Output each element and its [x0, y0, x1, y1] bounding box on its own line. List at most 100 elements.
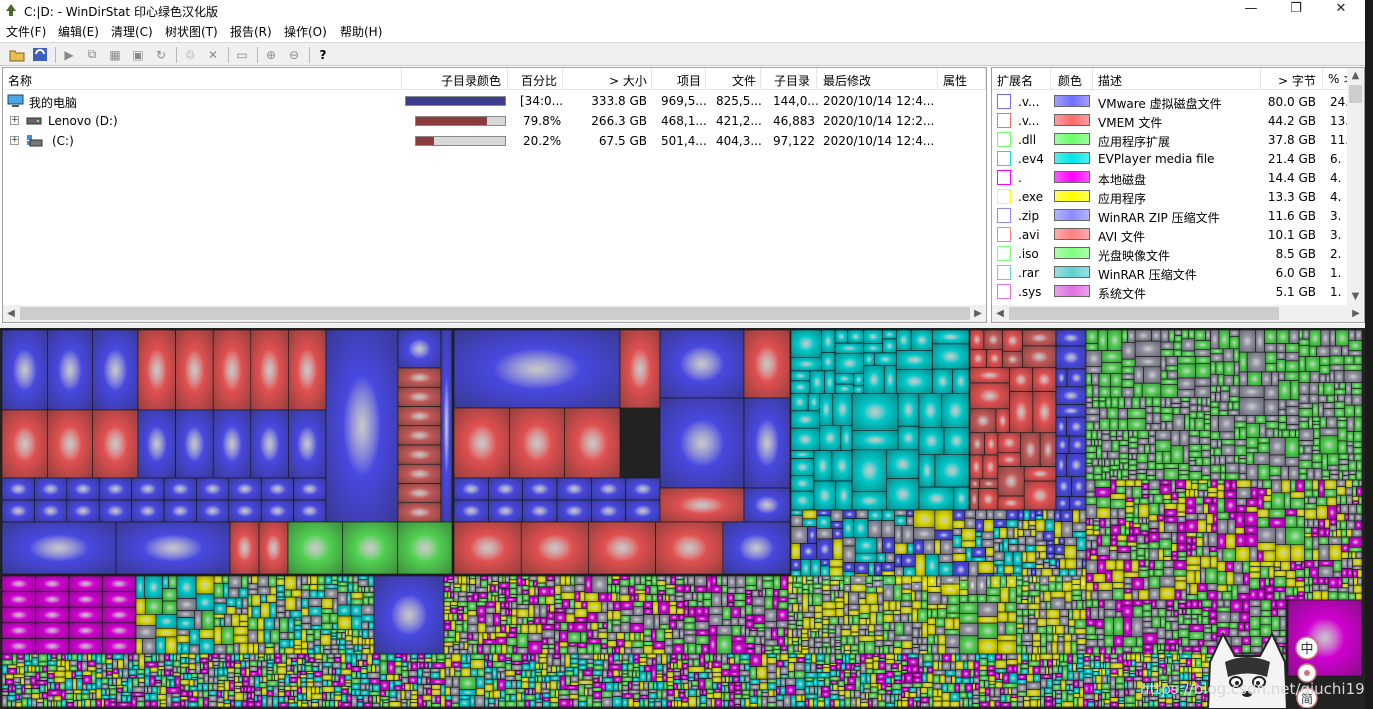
- treemap-tile[interactable]: [1195, 496, 1204, 505]
- treemap-tile[interactable]: [1355, 551, 1363, 559]
- treemap-tile[interactable]: [1262, 500, 1272, 510]
- treemap-tile[interactable]: [69, 665, 78, 672]
- treemap-tile[interactable]: [538, 586, 550, 597]
- treemap-tile[interactable]: [730, 617, 739, 626]
- treemap-tile[interactable]: [1229, 329, 1240, 337]
- treemap-tile[interactable]: [1278, 408, 1287, 416]
- treemap-tile[interactable]: [941, 653, 952, 663]
- treemap-tile[interactable]: [1298, 416, 1309, 422]
- treemap-tile[interactable]: [590, 622, 599, 631]
- treemap-tile[interactable]: [607, 610, 614, 621]
- treemap-tile[interactable]: [993, 559, 1005, 566]
- treemap-tile[interactable]: [144, 598, 163, 615]
- treemap-tile[interactable]: [1216, 599, 1225, 608]
- treemap-tile[interactable]: [77, 700, 82, 708]
- treemap-tile[interactable]: [1059, 609, 1069, 617]
- treemap-tile[interactable]: [1285, 360, 1300, 373]
- treemap-tile[interactable]: [484, 683, 494, 692]
- treemap-tile[interactable]: [101, 670, 107, 679]
- treemap-tile[interactable]: [1195, 503, 1204, 514]
- treemap-tile[interactable]: [954, 683, 960, 693]
- treemap-tile[interactable]: [764, 627, 772, 641]
- treemap-tile[interactable]: [632, 601, 644, 608]
- treemap-tile[interactable]: [1352, 569, 1358, 578]
- treemap-tile[interactable]: [180, 673, 185, 681]
- treemap-tile[interactable]: [549, 702, 559, 708]
- treemap-tile[interactable]: [681, 662, 689, 670]
- treemap-tile[interactable]: [819, 393, 834, 426]
- treemap-tile[interactable]: [843, 603, 849, 616]
- treemap-tile[interactable]: [1128, 442, 1139, 449]
- treemap-tile[interactable]: [1170, 499, 1179, 504]
- treemap-tile[interactable]: [1016, 579, 1024, 587]
- treemap-tile[interactable]: [711, 667, 722, 673]
- treemap-tile[interactable]: [1071, 633, 1078, 642]
- treemap-tile[interactable]: [858, 603, 871, 614]
- treemap-tile[interactable]: [1021, 633, 1034, 642]
- treemap-tile[interactable]: [290, 690, 294, 697]
- treemap-tile[interactable]: [276, 596, 286, 601]
- treemap-tile[interactable]: [1092, 668, 1100, 672]
- treemap-tile[interactable]: [988, 681, 996, 685]
- treemap-tile[interactable]: [478, 632, 484, 645]
- treemap-tile[interactable]: [952, 553, 967, 562]
- treemap-tile[interactable]: [665, 584, 676, 589]
- tree-row[interactable]: 我的电脑 [34:0... 333.8 GB 969,5... 825,5...…: [3, 91, 986, 111]
- treemap-tile[interactable]: [1064, 590, 1073, 603]
- treemap-tile[interactable]: [208, 667, 215, 678]
- treemap-tile[interactable]: [216, 702, 225, 708]
- treemap-tile[interactable]: [1109, 476, 1118, 481]
- treemap-tile[interactable]: [633, 693, 641, 700]
- treemap-tile[interactable]: [290, 685, 298, 691]
- treemap-tile[interactable]: [217, 680, 225, 685]
- treemap-tile[interactable]: [659, 397, 745, 489]
- treemap-tile[interactable]: [450, 620, 456, 631]
- treemap-tile[interactable]: [1234, 455, 1240, 464]
- treemap-tile[interactable]: [669, 658, 678, 664]
- treemap-tile[interactable]: [578, 669, 584, 681]
- treemap-tile[interactable]: [728, 700, 735, 708]
- treemap-tile[interactable]: [1103, 635, 1115, 648]
- treemap-tile[interactable]: [221, 575, 230, 584]
- treemap-tile[interactable]: [1216, 511, 1230, 520]
- treemap-tile[interactable]: [1130, 659, 1136, 667]
- treemap-tile[interactable]: [1026, 551, 1037, 563]
- treemap-tile[interactable]: [611, 624, 622, 633]
- treemap-tile[interactable]: [1113, 616, 1124, 637]
- treemap-tile[interactable]: [351, 678, 361, 685]
- treemap-tile[interactable]: [676, 653, 682, 661]
- treemap-tile[interactable]: [1298, 460, 1313, 469]
- treemap-tile[interactable]: [821, 616, 830, 620]
- treemap-tile[interactable]: [1110, 373, 1123, 388]
- treemap-tile[interactable]: [1321, 469, 1330, 478]
- treemap-tile[interactable]: [1035, 509, 1044, 516]
- treemap-tile[interactable]: [1312, 590, 1322, 601]
- treemap-tile[interactable]: [994, 700, 1001, 708]
- treemap-tile[interactable]: [1055, 329, 1087, 347]
- treemap-tile[interactable]: [1328, 536, 1342, 545]
- treemap-tile[interactable]: [1162, 667, 1167, 676]
- treemap-tile[interactable]: [1218, 329, 1230, 350]
- treemap-tile[interactable]: [668, 614, 680, 621]
- treemap-tile[interactable]: [1131, 396, 1141, 409]
- treemap-tile[interactable]: [1092, 689, 1102, 695]
- treemap-tile[interactable]: [1116, 430, 1124, 437]
- treemap-tile[interactable]: [835, 653, 843, 660]
- zoom-in-icon[interactable]: ⊕: [262, 46, 280, 63]
- treemap-tile[interactable]: [361, 638, 366, 646]
- treemap-tile[interactable]: [1085, 517, 1091, 526]
- treemap-tile[interactable]: [1312, 479, 1319, 491]
- treemap-tile[interactable]: [317, 575, 326, 585]
- treemap-tile[interactable]: [506, 637, 518, 647]
- treemap-tile[interactable]: [814, 686, 818, 695]
- treemap-tile[interactable]: [648, 692, 658, 700]
- treemap-tile[interactable]: [1021, 585, 1030, 592]
- treemap-tile[interactable]: [1183, 618, 1192, 625]
- treemap-tile[interactable]: [1230, 479, 1237, 492]
- treemap-tile[interactable]: [893, 647, 903, 655]
- treemap-tile[interactable]: [684, 689, 689, 699]
- treemap-tile[interactable]: [591, 477, 626, 501]
- treemap-tile[interactable]: [794, 670, 806, 679]
- treemap-tile[interactable]: [829, 683, 834, 691]
- scroll-thumb[interactable]: [1009, 307, 1279, 320]
